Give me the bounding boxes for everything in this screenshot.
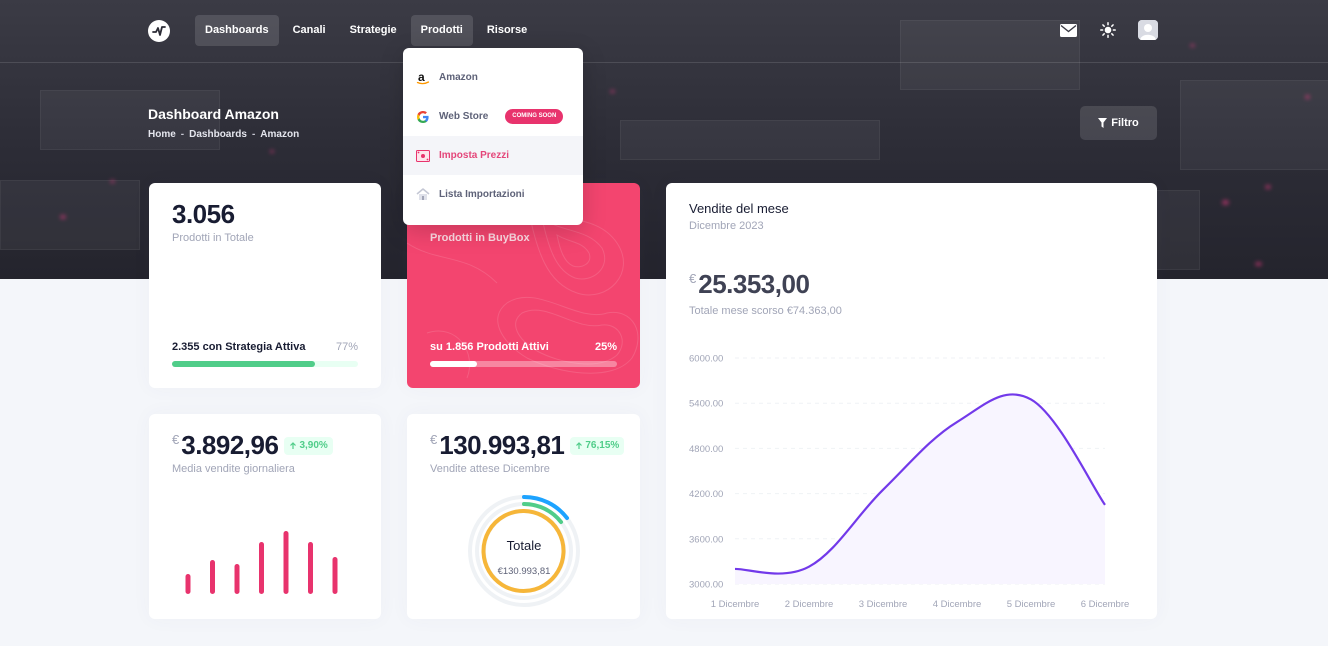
currency-symbol: € xyxy=(172,432,180,447)
prodotti-dropdown-menu: a Amazon Web Store COMING SOON Imposta P… xyxy=(403,48,583,225)
daily-sales-bar-chart xyxy=(185,531,338,594)
menu-item-imposta-prezzi[interactable]: Imposta Prezzi xyxy=(403,136,583,175)
nav-risorse[interactable]: Risorse xyxy=(477,15,537,46)
daily-average-value-row: €3.892,96 3,90% xyxy=(172,430,333,461)
filter-icon xyxy=(1098,118,1108,128)
menu-item-amazon[interactable]: a Amazon xyxy=(403,58,583,97)
chart-y-tick-label: 6000.00 xyxy=(689,354,723,365)
filter-button[interactable]: Filtro xyxy=(1080,106,1157,140)
user-icon xyxy=(1138,20,1158,40)
breadcrumb-amazon: Amazon xyxy=(260,129,300,140)
chart-y-tick-label: 3000.00 xyxy=(689,580,723,591)
nav-dashboards[interactable]: Dashboards xyxy=(195,15,279,46)
nav-strategie[interactable]: Strategie xyxy=(340,15,407,46)
strategy-progress-percent: 77% xyxy=(335,341,358,353)
menu-item-label: Web Store xyxy=(439,111,489,122)
daily-sales-bar xyxy=(210,560,215,594)
buybox-progress-percent: 25% xyxy=(594,341,617,353)
expected-sales-change-badge: 76,15% xyxy=(570,436,625,455)
expected-sales-value: 130.993,81 xyxy=(439,430,565,460)
breadcrumb-separator: - xyxy=(180,129,185,140)
chart-y-tick-label: 3600.00 xyxy=(689,534,723,545)
daily-sales-bar xyxy=(234,564,240,594)
products-total-card: 3.056 Prodotti in Totale 2.355 con Strat… xyxy=(149,183,381,388)
chart-area-fill xyxy=(735,394,1105,584)
daily-sales-bar xyxy=(259,542,264,594)
nav-canali[interactable]: Canali xyxy=(283,15,336,46)
arrow-up-icon xyxy=(290,441,297,449)
import-icon xyxy=(416,188,430,202)
chart-y-tick-label: 5400.00 xyxy=(689,399,723,410)
main-nav: Dashboards Canali Strategie Prodotti Ris… xyxy=(195,15,537,46)
buybox-progress-fill xyxy=(430,361,477,367)
strategy-progress-fill xyxy=(172,361,316,367)
daily-average-change-badge: 3,90% xyxy=(284,436,333,455)
breadcrumb-home[interactable]: Home xyxy=(148,129,176,140)
arrow-up-icon xyxy=(576,441,583,449)
menu-item-label: Imposta Prezzi xyxy=(439,150,510,161)
buybox-progress-bar xyxy=(430,361,617,367)
price-tag-icon xyxy=(416,149,430,163)
filter-label: Filtro xyxy=(1111,117,1139,129)
daily-sales-bar xyxy=(283,531,289,594)
strategy-progress-bar xyxy=(172,361,358,367)
chart-x-tick-label: 2 Dicembre xyxy=(785,599,834,610)
logo-icon xyxy=(152,26,166,36)
menu-item-web-store[interactable]: Web Store COMING SOON xyxy=(403,97,583,136)
currency-symbol: € xyxy=(430,432,438,447)
expected-sales-card: €130.993,81 76,15% Vendite attese Dicembr… xyxy=(407,414,640,619)
google-icon xyxy=(416,110,430,124)
chart-x-tick-label: 4 Dicembre xyxy=(933,599,982,610)
chart-y-tick-label: 4200.00 xyxy=(689,489,723,500)
daily-average-card: €3.892,96 3,90% Media vendite giornaliera xyxy=(149,414,381,619)
donut-value: €130.993,81 xyxy=(497,566,551,577)
menu-item-lista-importazioni[interactable]: Lista Importazioni xyxy=(403,175,583,214)
menu-item-label: Amazon xyxy=(439,72,478,83)
expected-sales-label: Vendite attese Dicembre xyxy=(430,463,550,475)
avatar[interactable] xyxy=(1138,20,1158,40)
coming-soon-badge: COMING SOON xyxy=(505,109,564,124)
expected-sales-change: 76,15% xyxy=(585,440,620,452)
daily-sales-bar xyxy=(332,557,338,594)
daily-average-value: 3.892,96 xyxy=(181,430,279,460)
chart-x-tick-label: 1 Dicembre xyxy=(711,599,760,610)
nav-prodotti[interactable]: Prodotti xyxy=(410,15,473,46)
breadcrumb: Home - Dashboards - Amazon xyxy=(148,129,299,140)
strategy-progress-row: 2.355 con Strategia Attiva 77% xyxy=(172,341,358,353)
chart-x-tick-label: 5 Dicembre xyxy=(1007,599,1056,610)
header-actions xyxy=(1058,20,1158,40)
amazon-icon: a xyxy=(416,71,430,85)
chart-x-tick-label: 3 Dicembre xyxy=(859,599,908,610)
donut-title: Totale xyxy=(506,538,542,553)
buybox-label: Prodotti in BuyBox xyxy=(430,232,530,244)
logo[interactable] xyxy=(148,20,170,42)
daily-average-change: 3,90% xyxy=(299,440,328,452)
chart-y-tick-label: 4800.00 xyxy=(689,444,723,455)
buybox-progress-row: su 1.856 Prodotti Attivi 25% xyxy=(430,341,617,353)
menu-item-label: Lista Importazioni xyxy=(439,189,525,200)
daily-sales-bar xyxy=(308,542,313,594)
strategy-progress-label: 2.355 con Strategia Attiva xyxy=(172,341,306,353)
expected-sales-value-row: €130.993,81 76,15% xyxy=(430,430,625,461)
svg-text:a: a xyxy=(418,71,425,84)
products-total-value: 3.056 xyxy=(172,199,235,229)
breadcrumb-dashboards[interactable]: Dashboards xyxy=(189,129,247,140)
breadcrumb-separator: - xyxy=(251,129,256,140)
theme-sun-icon[interactable] xyxy=(1098,20,1118,40)
products-total-label: Prodotti in Totale xyxy=(172,232,254,244)
daily-average-label: Media vendite giornaliera xyxy=(172,463,295,475)
daily-sales-bar xyxy=(185,574,191,594)
monthly-sales-area-chart: 6000.00 5400.00 4800.00 4200.00 3600.00 3000.… xyxy=(689,354,1130,611)
chart-x-tick-label: 6 Dicembre xyxy=(1081,599,1130,610)
buybox-progress-label: su 1.856 Prodotti Attivi xyxy=(430,341,549,353)
monthly-sales-card: Vendite del mese Dicembre 2023 €25.353,0… xyxy=(666,183,1157,619)
page-title: Dashboard Amazon xyxy=(148,106,279,122)
mail-icon[interactable] xyxy=(1058,20,1078,40)
